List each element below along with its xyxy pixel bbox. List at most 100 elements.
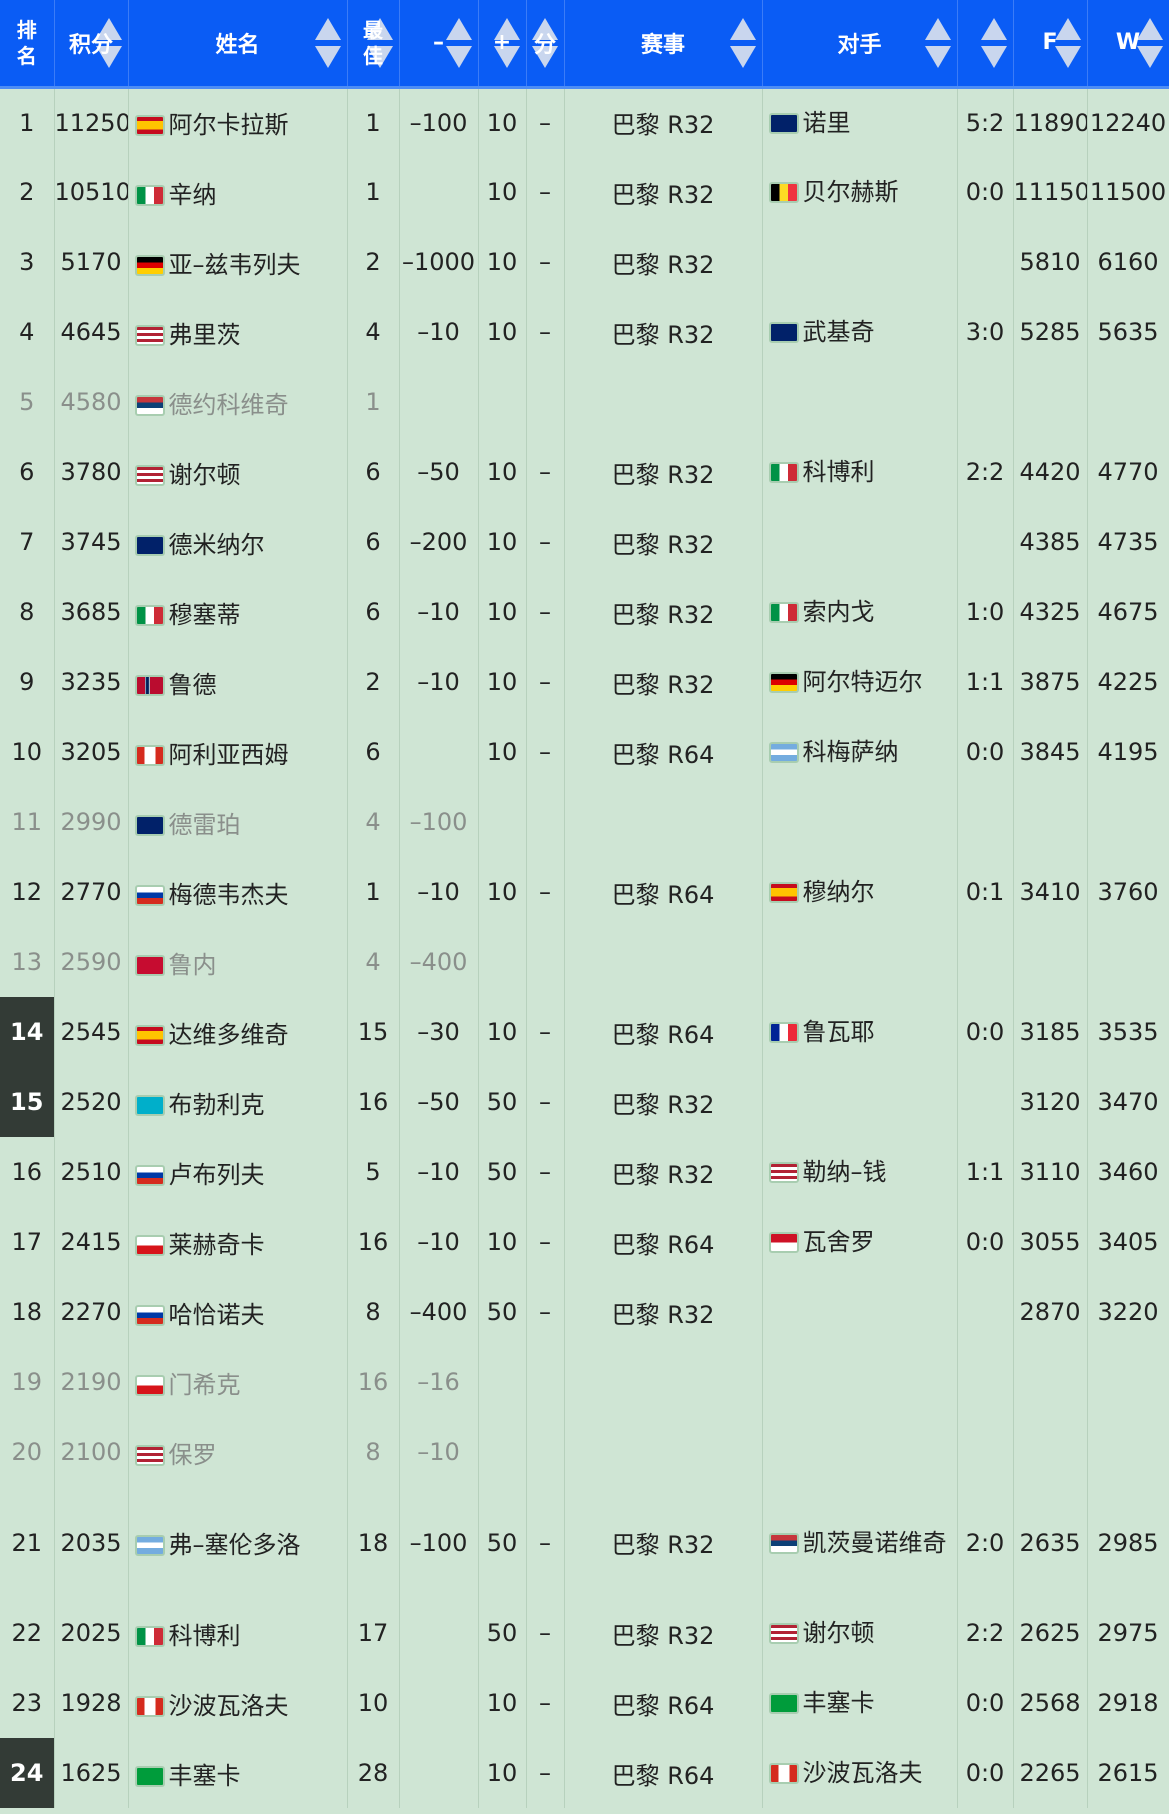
column-header-fen[interactable]: 分 bbox=[526, 0, 565, 89]
rankings-table: 排名 积分 姓名 最佳 – + 分赛事 对手 F W 1 11250 阿尔卡拉斯 1 –100 10– 巴黎 … bbox=[0, 0, 1169, 1808]
cell-points: 3685 bbox=[54, 577, 129, 647]
cell-points: 3780 bbox=[54, 437, 129, 507]
flag-icon bbox=[134, 954, 165, 976]
flag-icon bbox=[134, 674, 165, 696]
cell-plus: 10 bbox=[478, 857, 527, 927]
cell-plus: 50 bbox=[478, 1137, 527, 1207]
column-header-opponent[interactable]: 对手 bbox=[762, 0, 958, 89]
cell-opponent: 武基奇 bbox=[762, 297, 958, 367]
column-header-label: 赛事 bbox=[640, 32, 685, 58]
table-row[interactable]: 5 4580 德约科维奇 1 bbox=[0, 367, 1169, 437]
cell-f: 11150 bbox=[1013, 157, 1088, 227]
table-row[interactable]: 17 2415 莱赫奇卡 16 –10 10– 巴黎 R64 瓦舍罗 0:0 3055 3405 bbox=[0, 1207, 1169, 1277]
table-row[interactable]: 14 2545 达维多维奇 15 –30 10– 巴黎 R64 鲁瓦耶 0:0 3185 3535 bbox=[0, 997, 1169, 1067]
table-row[interactable]: 4 4645 弗里茨 4 –10 10– 巴黎 R32 武基奇 3:0 5285 5635 bbox=[0, 297, 1169, 367]
table-row[interactable]: 16 2510 卢布列夫 5 –10 50– 巴黎 R32 勒纳–钱 1:1 3110 3460 bbox=[0, 1137, 1169, 1207]
cell-fen: – bbox=[526, 1207, 565, 1277]
cell-best: 1 bbox=[347, 87, 400, 157]
sort-icon[interactable] bbox=[314, 18, 341, 68]
cell-fen: – bbox=[526, 717, 565, 787]
table-row[interactable]: 12 2770 梅德韦杰夫 1 –10 10– 巴黎 R64 穆纳尔 0:1 3410 3760 bbox=[0, 857, 1169, 927]
column-header-best[interactable]: 最佳 bbox=[347, 0, 400, 89]
cell-points: 4645 bbox=[54, 297, 129, 367]
table-row[interactable]: 13 2590 鲁内 4 –400 bbox=[0, 927, 1169, 997]
table-row[interactable]: 23 1928 沙波瓦洛夫 10 10– 巴黎 R64 丰塞卡 0:0 2568 2918 bbox=[0, 1668, 1169, 1738]
sort-icon[interactable] bbox=[924, 18, 951, 68]
player-name: 丰塞卡 bbox=[168, 1761, 241, 1790]
cell-name: 辛纳 bbox=[128, 157, 348, 227]
cell-best: 16 bbox=[347, 1207, 400, 1277]
column-header-w[interactable]: W bbox=[1087, 0, 1169, 89]
flag-icon bbox=[768, 462, 799, 483]
column-header-minus[interactable]: – bbox=[399, 0, 479, 89]
table-row[interactable]: 9 3235 鲁德 2 –10 10– 巴黎 R32 阿尔特迈尔 1:1 3875 4225 bbox=[0, 647, 1169, 717]
cell-set-score: 0:0 bbox=[957, 1207, 1014, 1277]
cell-best: 1 bbox=[347, 857, 400, 927]
cell-rank: 2 bbox=[0, 157, 55, 227]
flag-icon bbox=[134, 534, 165, 556]
flag-icon bbox=[768, 1623, 799, 1644]
cell-fen: – bbox=[526, 87, 565, 157]
cell-opponent bbox=[762, 227, 958, 297]
cell-opponent bbox=[762, 927, 958, 997]
cell-fen: – bbox=[526, 1738, 565, 1808]
table-row[interactable]: 3 5170 亚–兹韦列夫 2 –1000 10– 巴黎 R32 5810 6160 bbox=[0, 227, 1169, 297]
table-row[interactable]: 8 3685 穆塞蒂 6 –10 10– 巴黎 R32 索内戈 1:0 4325 4675 bbox=[0, 577, 1169, 647]
cell-opponent bbox=[762, 1347, 958, 1417]
cell-points: 1928 bbox=[54, 1668, 129, 1738]
cell-opponent bbox=[762, 1277, 958, 1347]
table-row[interactable]: 22 2025 科博利 17 50– 巴黎 R32 谢尔顿 2:2 2625 2975 bbox=[0, 1598, 1169, 1668]
cell-w bbox=[1087, 1417, 1169, 1487]
player-name: 穆塞蒂 bbox=[168, 600, 241, 629]
column-header-name[interactable]: 姓名 bbox=[128, 0, 348, 89]
opponent-name: 诺里 bbox=[802, 108, 851, 137]
flag-icon bbox=[768, 1532, 799, 1554]
column-header-event[interactable]: 赛事 bbox=[564, 0, 763, 89]
cell-opponent bbox=[762, 367, 958, 437]
sort-icon[interactable] bbox=[445, 18, 472, 68]
cell-name: 沙波瓦洛夫 bbox=[128, 1668, 348, 1738]
column-header-plus[interactable]: + bbox=[478, 0, 527, 89]
column-header-set-score[interactable] bbox=[957, 0, 1014, 89]
cell-name: 阿尔卡拉斯 bbox=[128, 87, 348, 157]
cell-minus bbox=[399, 717, 479, 787]
table-row[interactable]: 18 2270 哈恰诺夫 8 –400 50– 巴黎 R32 2870 3220 bbox=[0, 1277, 1169, 1347]
cell-rank: 16 bbox=[0, 1137, 55, 1207]
cell-points: 11250 bbox=[54, 87, 129, 157]
column-header-rank[interactable]: 排名 bbox=[0, 0, 55, 89]
cell-w bbox=[1087, 367, 1169, 437]
player-name: 保罗 bbox=[168, 1440, 217, 1469]
sort-icon[interactable] bbox=[980, 18, 1007, 68]
column-header-label: 排名 bbox=[16, 17, 37, 68]
table-row[interactable]: 15 2520 布勃利克 16 –50 50– 巴黎 R32 3120 3470 bbox=[0, 1067, 1169, 1137]
table-row[interactable]: 6 3780 谢尔顿 6 –50 10– 巴黎 R32 科博利 2:2 4420 4770 bbox=[0, 437, 1169, 507]
cell-w: 5635 bbox=[1087, 297, 1169, 367]
sort-icon[interactable] bbox=[1136, 18, 1163, 68]
flag-icon bbox=[134, 1765, 165, 1787]
table-row[interactable]: 11 2990 德雷珀 4 –100 bbox=[0, 787, 1169, 857]
table-row[interactable]: 24 1625 丰塞卡 28 10– 巴黎 R64 沙波瓦洛夫 0:0 2265 2615 bbox=[0, 1738, 1169, 1808]
table-row[interactable]: 19 2190 门希克 16 –16 bbox=[0, 1347, 1169, 1417]
cell-rank: 6 bbox=[0, 437, 55, 507]
table-row[interactable]: 20 2100 保罗 8 –10 bbox=[0, 1417, 1169, 1487]
cell-opponent: 诺里 bbox=[762, 87, 958, 157]
cell-w: 2985 bbox=[1087, 1487, 1169, 1598]
table-row[interactable]: 1 11250 阿尔卡拉斯 1 –100 10– 巴黎 R32 诺里 5:2 11890 12240 bbox=[0, 87, 1169, 157]
cell-points: 10510 bbox=[54, 157, 129, 227]
cell-set-score bbox=[957, 227, 1014, 297]
cell-fen bbox=[526, 1417, 565, 1487]
sort-icon[interactable] bbox=[729, 18, 756, 68]
cell-f: 2568 bbox=[1013, 1668, 1088, 1738]
cell-plus: 10 bbox=[478, 647, 527, 717]
table-row[interactable]: 10 3205 阿利亚西姆 6 10– 巴黎 R64 科梅萨纳 0:0 3845 4195 bbox=[0, 717, 1169, 787]
column-header-points[interactable]: 积分 bbox=[54, 0, 129, 89]
cell-w: 6160 bbox=[1087, 227, 1169, 297]
table-row[interactable]: 7 3745 德米纳尔 6 –200 10– 巴黎 R32 4385 4735 bbox=[0, 507, 1169, 577]
sort-icon[interactable] bbox=[1054, 18, 1081, 68]
table-row[interactable]: 21 2035 弗–塞伦多洛 18 –100 50– 巴黎 R32 凯茨曼诺维奇 2:0 2635… bbox=[0, 1487, 1169, 1598]
opponent-name: 凯茨曼诺维奇 bbox=[802, 1528, 947, 1557]
flag-icon bbox=[768, 1763, 799, 1784]
cell-event: 巴黎 R32 bbox=[564, 157, 763, 227]
column-header-f[interactable]: F bbox=[1013, 0, 1088, 89]
table-row[interactable]: 2 10510 辛纳 1 10– 巴黎 R32 贝尔赫斯 0:0 11150 11500 bbox=[0, 157, 1169, 227]
